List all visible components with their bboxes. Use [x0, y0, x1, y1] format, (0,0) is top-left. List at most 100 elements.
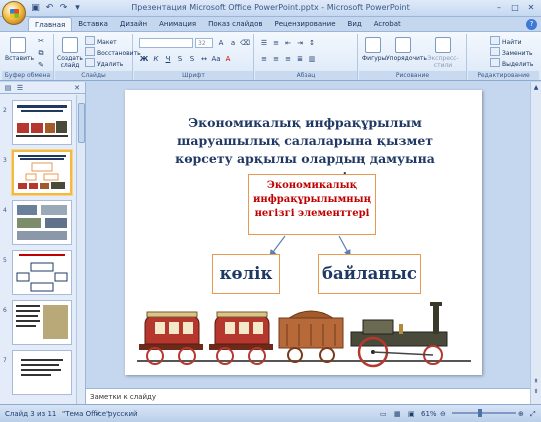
window-title: Презентация Microsoft Office PowerPoint.… [131, 3, 410, 12]
thumbnail-list: 2 3 4 5 6 7 [0, 95, 76, 404]
slide-thumbnail-2[interactable] [12, 100, 72, 145]
find-button[interactable]: Найти [490, 36, 521, 46]
strikethrough-icon[interactable]: S [175, 54, 185, 64]
columns-icon[interactable]: ▥ [307, 54, 317, 64]
cut-icon[interactable]: ✂ [36, 36, 46, 46]
reset-button[interactable]: Восстановить [85, 47, 141, 57]
shapes-label: Фигуры [362, 55, 387, 62]
tab-insert[interactable]: Вставка [72, 17, 114, 32]
fit-to-window-icon[interactable]: ⤢ [530, 405, 536, 422]
align-right-icon[interactable]: ≡ [283, 54, 293, 64]
slide-thumbnail-3[interactable] [12, 150, 72, 195]
increase-indent-icon[interactable]: ⇥ [295, 38, 305, 48]
shadow-icon[interactable]: S [187, 54, 197, 64]
shapes-button[interactable]: Фигуры [362, 37, 387, 62]
font-color-icon[interactable]: A [223, 54, 233, 64]
previous-slide-icon[interactable]: ⇞ [532, 378, 540, 386]
tab-slide-show[interactable]: Показ слайдов [202, 17, 268, 32]
zoom-in-icon[interactable]: ⊕ [518, 405, 524, 422]
slide-thumbnail-5[interactable] [12, 250, 72, 295]
close-panel-icon[interactable]: ✕ [72, 84, 82, 92]
new-slide-label: Создать слайд [57, 55, 83, 69]
scroll-up-icon[interactable]: ▲ [532, 84, 540, 92]
sorter-view-icon[interactable]: ▦ [394, 405, 401, 422]
shapes-icon [365, 37, 381, 53]
underline-icon[interactable]: Ч [163, 54, 173, 64]
tab-home[interactable]: Главная [28, 17, 73, 32]
thumbnail-scrollbar[interactable] [76, 95, 85, 404]
close-icon[interactable]: ✕ [524, 2, 538, 14]
thumbnail-number: 2 [3, 107, 7, 114]
communication-box[interactable]: байланыс [318, 254, 421, 294]
slide[interactable]: Экономикалық инфрақұрылым шаруашылық сал… [125, 90, 482, 375]
spacing-icon[interactable]: ↔ [199, 54, 209, 64]
layout-button[interactable]: Макет [85, 36, 117, 46]
transport-box[interactable]: көлік [212, 254, 280, 294]
arrow-to-transport [269, 235, 286, 257]
thumbnail-3-content [18, 155, 66, 189]
notes-pane[interactable]: Заметки к слайду [86, 388, 530, 404]
main-scrollbar[interactable]: ▲ ⇞ ⇟ [530, 82, 541, 404]
thumbnail-4-content [17, 205, 67, 240]
copy-icon[interactable]: ⧉ [36, 48, 46, 58]
help-icon[interactable]: ? [526, 19, 537, 30]
arrow-to-communication [338, 235, 351, 258]
new-slide-button[interactable]: Создать слайд [57, 37, 83, 69]
office-button[interactable] [2, 1, 26, 25]
slides-tab-icon[interactable]: ▤ [3, 84, 13, 92]
clear-format-icon[interactable]: ⌫ [240, 38, 250, 48]
replace-button[interactable]: Заменить [490, 47, 533, 57]
spellcheck-icon[interactable]: ✓ [95, 405, 101, 422]
tab-acrobat[interactable]: Acrobat [368, 17, 407, 32]
slideshow-view-icon[interactable]: ▣ [408, 405, 415, 422]
status-bar: Слайд 3 из 11 "Тема Office" ✓ русский ▭ … [0, 404, 541, 422]
editing-group-label: Редактирование [468, 71, 539, 80]
font-name-field[interactable] [139, 38, 193, 48]
grow-font-icon[interactable]: A [216, 38, 226, 48]
numbering-icon[interactable]: ≡ [271, 38, 281, 48]
zoom-slider-thumb[interactable] [478, 409, 482, 417]
thumbnail-number: 5 [3, 257, 7, 264]
train-illustration [137, 302, 471, 368]
slide-thumbnail-4[interactable] [12, 200, 72, 245]
italic-icon[interactable]: К [151, 54, 161, 64]
delete-slide-button[interactable]: Удалить [85, 58, 123, 68]
thumbnail-scroll-thumb[interactable] [78, 103, 85, 143]
maximize-icon[interactable]: □ [508, 2, 522, 14]
tab-design[interactable]: Дизайн [114, 17, 153, 32]
zoom-level[interactable]: 61% [421, 405, 437, 422]
title-bar: ▣ ↶ ↷ ▾ Презентация Microsoft Office Pow… [0, 0, 541, 17]
normal-view-icon[interactable]: ▭ [380, 405, 387, 422]
bullets-icon[interactable]: ☰ [259, 38, 269, 48]
align-center-icon[interactable]: ≡ [271, 54, 281, 64]
tab-review[interactable]: Рецензирование [269, 17, 342, 32]
slide-thumbnail-7[interactable] [12, 350, 72, 395]
slide-thumbnail-6[interactable] [12, 300, 72, 345]
thumbnail-number: 7 [3, 357, 7, 364]
thumbnail-number: 3 [3, 157, 7, 164]
decrease-indent-icon[interactable]: ⇤ [283, 38, 293, 48]
format-painter-icon[interactable]: ✎ [36, 60, 46, 70]
tab-animation[interactable]: Анимация [153, 17, 202, 32]
bold-icon[interactable]: Ж [139, 54, 149, 64]
outline-tab-icon[interactable]: ☰ [15, 84, 25, 92]
font-size-field[interactable]: 32 [195, 38, 213, 48]
quick-styles-button[interactable]: Экспресс-стили [422, 37, 464, 69]
zoom-slider[interactable] [452, 412, 516, 414]
paste-button[interactable]: Вставить [5, 37, 35, 62]
paste-icon [10, 37, 26, 53]
paste-label: Вставить [5, 55, 35, 62]
align-left-icon[interactable]: ≡ [259, 54, 269, 64]
tab-view[interactable]: Вид [342, 17, 368, 32]
next-slide-icon[interactable]: ⇟ [532, 388, 540, 396]
thumbnail-number: 4 [3, 207, 7, 214]
arrange-button[interactable]: Упорядочить [386, 37, 427, 62]
line-spacing-icon[interactable]: ↕ [307, 38, 317, 48]
case-icon[interactable]: Aa [211, 54, 221, 64]
shrink-font-icon[interactable]: a [228, 38, 238, 48]
select-button[interactable]: Выделить [490, 58, 533, 68]
zoom-out-icon[interactable]: ⊖ [440, 405, 446, 422]
language-indicator[interactable]: русский [108, 405, 138, 422]
justify-icon[interactable]: ≣ [295, 54, 305, 64]
minimize-icon[interactable]: – [492, 2, 506, 14]
